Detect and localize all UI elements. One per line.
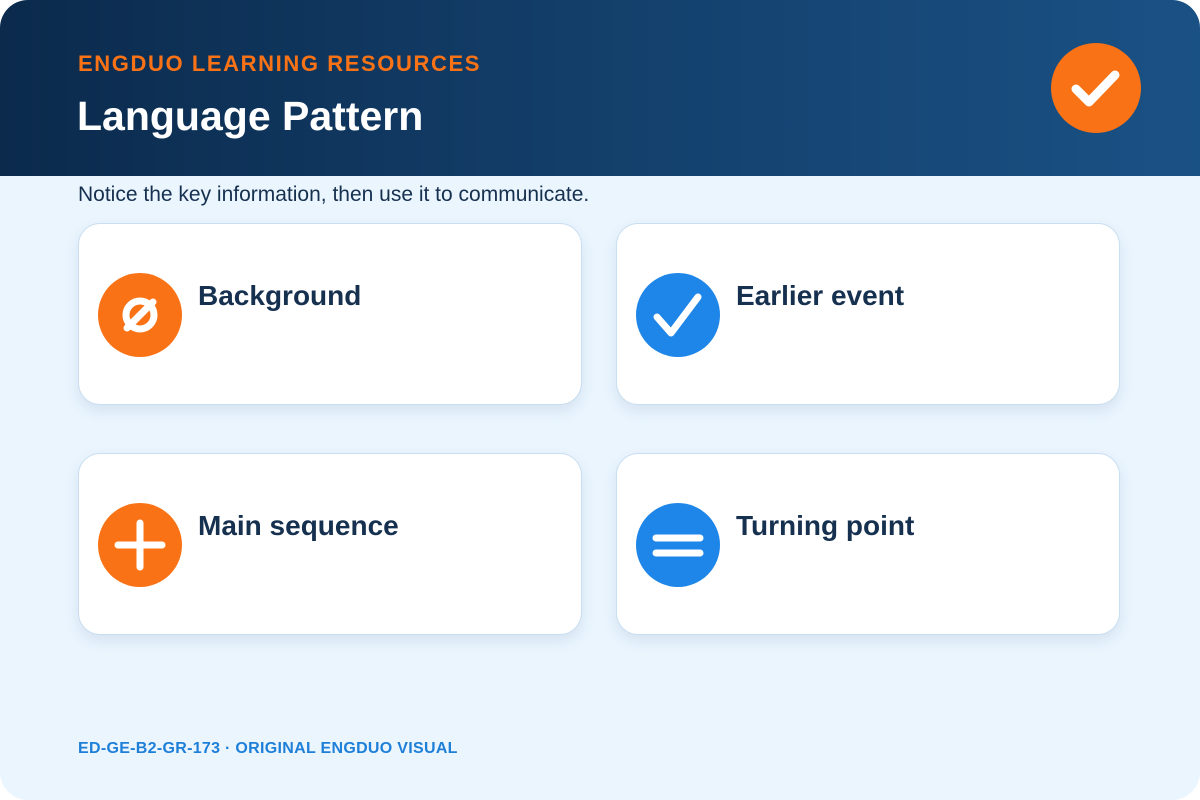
check-icon [1071, 70, 1120, 107]
card-icon-badge [636, 273, 720, 357]
card-label: Earlier event [736, 280, 905, 311]
plus-icon [114, 519, 166, 571]
card-label: Background [198, 280, 362, 311]
card-background: Background [78, 223, 582, 405]
card-icon-badge [98, 503, 182, 587]
check-badge [1051, 43, 1141, 133]
resource-card-page: ENGDUO LEARNING RESOURCES Language Patte… [0, 0, 1200, 800]
equals-icon [652, 534, 704, 557]
card-earlier-event: Earlier event [616, 223, 1120, 405]
instruction-text: Notice the key information, then use it … [78, 183, 590, 206]
brand-eyebrow: ENGDUO LEARNING RESOURCES [78, 51, 482, 76]
empty-set-icon [122, 297, 158, 333]
card-turning-point: Turning point [616, 453, 1120, 635]
page-title: Language Pattern [77, 93, 424, 139]
resource-code-footer: ED-GE-B2-GR-173 · ORIGINAL ENGDUO VISUAL [78, 740, 458, 757]
card-icon-badge [636, 503, 720, 587]
header-banner: ENGDUO LEARNING RESOURCES Language Patte… [0, 0, 1200, 176]
card-icon-badge [98, 273, 182, 357]
card-label: Turning point [736, 510, 915, 541]
check-icon [653, 293, 702, 337]
card-label: Main sequence [198, 510, 399, 541]
card-main-sequence: Main sequence [78, 453, 582, 635]
